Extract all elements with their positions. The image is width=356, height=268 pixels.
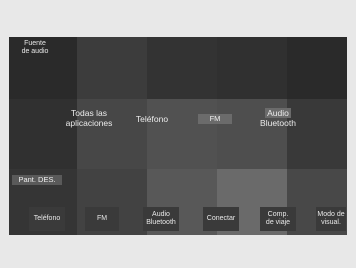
device-frame: Fuente de audio Todas las aplicaciones T… [0,0,356,268]
bottom-phone-button[interactable]: Teléfono [29,207,65,231]
bluetooth-audio-label-line2: Bluetooth [260,118,296,128]
tile [77,37,147,99]
bottom-button-label: Audio [152,211,170,218]
bluetooth-audio-label-line1: Audio [265,108,291,118]
all-apps-button[interactable]: Todas las aplicaciones [57,108,121,128]
bottom-fm-button[interactable]: FM [85,207,119,231]
bluetooth-audio-tile-button[interactable]: Audio Bluetooth [255,108,301,128]
tile [147,37,217,99]
bottom-button-label: Comp. [267,211,289,218]
tile [147,99,217,169]
tile [287,37,347,99]
screen-off-label: Pant. DES. [18,175,56,184]
all-apps-label-line2: aplicaciones [65,118,113,128]
phone-tile-label: Teléfono [135,114,169,124]
audio-source-button[interactable]: Fuente de audio [13,40,57,56]
bottom-display-mode-button[interactable]: Modo de visual. [316,207,346,231]
bottom-bluetooth-audio-button[interactable]: Audio Bluetooth [143,207,179,231]
phone-tile-button[interactable]: Teléfono [129,114,175,124]
bottom-trip-computer-button[interactable]: Comp. de viaje [260,207,296,231]
bottom-button-label-line2: Bluetooth [146,219,176,226]
screen-off-button[interactable]: Pant. DES. [12,175,62,185]
audio-source-label-line1: Fuente [24,40,46,47]
bottom-button-label-line2: de viaje [265,219,291,226]
fm-tile-label: FM [209,114,221,123]
bottom-button-label: Teléfono [33,215,61,222]
bottom-button-label: Modo de [317,211,345,218]
bottom-button-label: FM [96,215,108,222]
bottom-connect-button[interactable]: Conectar [203,207,239,231]
fm-tile-button[interactable]: FM [198,114,232,124]
audio-source-label-line2: de audio [21,48,49,55]
bottom-button-label: Conectar [206,215,236,222]
infotainment-screen: Fuente de audio Todas las aplicaciones T… [9,37,347,235]
bottom-button-label-line2: visual. [321,219,341,226]
tile [217,37,287,99]
all-apps-label-line1: Todas las [71,108,107,118]
